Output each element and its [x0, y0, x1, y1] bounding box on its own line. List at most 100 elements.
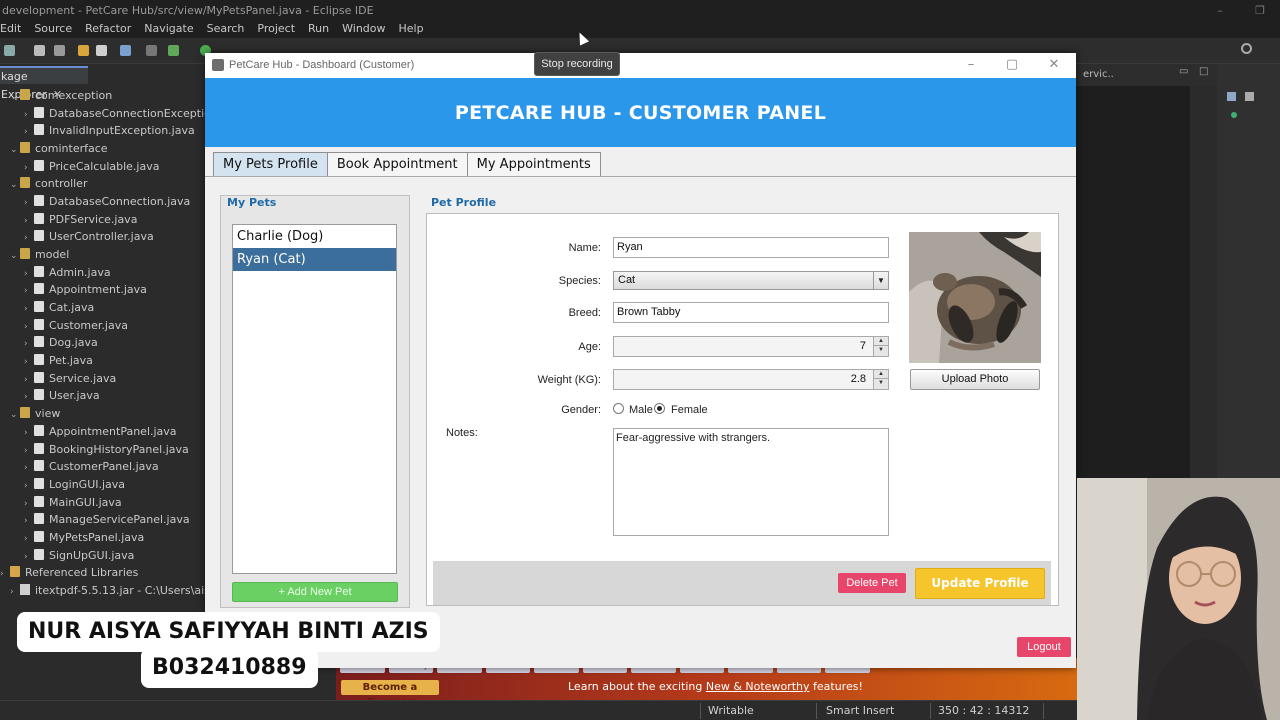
increment-icon[interactable]: ▲: [874, 370, 888, 379]
tree-file-item[interactable]: › BookingHistoryPanel.java: [24, 441, 189, 458]
tree-file-item[interactable]: › Customer.java: [24, 317, 128, 334]
tree-file-item[interactable]: › PDFService.java: [24, 211, 137, 228]
gender-male-radio[interactable]: [613, 403, 624, 414]
tree-package-item[interactable]: ⌄ view: [10, 405, 60, 422]
notes-textarea[interactable]: Fear-aggressive with strangers.: [613, 428, 889, 536]
chevron-right-icon[interactable]: ›: [24, 354, 34, 371]
chevron-right-icon[interactable]: ›: [24, 124, 34, 141]
tree-file-item[interactable]: › ManageServicePanel.java: [24, 511, 190, 528]
add-new-pet-button[interactable]: + Add New Pet: [232, 582, 398, 602]
tree-file-item[interactable]: › User.java: [24, 387, 100, 404]
weight-stepper[interactable]: 2.8 ▲ ▼: [613, 369, 889, 390]
tab-my-pets-profile[interactable]: My Pets Profile: [213, 152, 328, 177]
menu-navigate[interactable]: Navigate: [144, 22, 200, 38]
tree-file-item[interactable]: › CustomerPanel.java: [24, 458, 159, 475]
age-stepper[interactable]: 7 ▲ ▼: [613, 336, 889, 357]
close-icon[interactable]: ✕: [1044, 57, 1064, 72]
pet-list-item-selected[interactable]: Ryan (Cat): [233, 248, 396, 271]
decrement-icon[interactable]: ▼: [874, 346, 888, 355]
toolbar-undo-icon[interactable]: [78, 45, 89, 56]
increment-icon[interactable]: ▲: [874, 337, 888, 346]
tree-package-item[interactable]: ⌄ model: [10, 246, 69, 263]
package-explorer-tab[interactable]: kage Explorer✕: [0, 66, 88, 101]
tree-file-item[interactable]: › MainGUI.java: [24, 494, 122, 511]
tree-file-item[interactable]: › DatabaseConnection.java: [24, 193, 190, 210]
toolbar-redo-icon[interactable]: [96, 45, 107, 56]
species-select[interactable]: Cat ▼: [613, 271, 889, 290]
chevron-right-icon[interactable]: ›: [10, 584, 20, 601]
tree-package-item[interactable]: ⌄ cominterface: [10, 140, 108, 157]
chevron-right-icon[interactable]: ›: [24, 301, 34, 318]
menu-search[interactable]: Search: [207, 22, 252, 38]
become-sponsor-button[interactable]: Become a Sponsor: [341, 680, 439, 708]
tree-package-item[interactable]: ⌄ controller: [10, 175, 87, 192]
chevron-down-icon[interactable]: ▼: [873, 272, 888, 289]
tree-file-item[interactable]: › SignUpGUI.java: [24, 547, 134, 564]
noteworthy-link[interactable]: New & Noteworthy: [706, 680, 810, 693]
toolbar-save-icon[interactable]: [34, 45, 45, 56]
tree-file-item[interactable]: › InvalidInputException.java: [24, 122, 195, 139]
tree-file-item[interactable]: › MyPetsPanel.java: [24, 529, 144, 546]
ide-minimize-icon[interactable]: –: [1200, 0, 1240, 22]
tree-file-item[interactable]: › PriceCalculable.java: [24, 158, 159, 175]
ide-maximize-icon[interactable]: ❐: [1240, 0, 1280, 22]
tree-file-item[interactable]: › Dog.java: [24, 334, 98, 351]
chevron-right-icon[interactable]: ›: [24, 389, 34, 406]
stop-recording-tooltip[interactable]: Stop recording: [534, 52, 620, 76]
chevron-right-icon[interactable]: ›: [24, 230, 34, 247]
tree-package-item[interactable]: ⌄ comexception: [10, 87, 112, 104]
chevron-down-icon[interactable]: ⌄: [10, 248, 20, 265]
tree-file-item[interactable]: › Admin.java: [24, 264, 111, 281]
chevron-right-icon[interactable]: ›: [24, 425, 34, 442]
tree-library-item[interactable]: › Referenced Libraries: [0, 564, 138, 581]
menu-run[interactable]: Run: [308, 22, 336, 38]
tree-file-item[interactable]: › AppointmentPanel.java: [24, 423, 177, 440]
logout-button[interactable]: Logout: [1017, 637, 1071, 657]
tree-file-item[interactable]: › Cat.java: [24, 299, 94, 316]
maximize-icon[interactable]: ▢: [1002, 57, 1022, 72]
tree-file-item[interactable]: › Service.java: [24, 370, 116, 387]
outline-icon[interactable]: [1227, 92, 1236, 101]
chevron-down-icon[interactable]: ⌄: [10, 407, 20, 424]
maximize-icon[interactable]: □: [1199, 66, 1208, 77]
chevron-right-icon[interactable]: ›: [0, 566, 10, 583]
minimize-icon[interactable]: –: [961, 57, 981, 72]
chevron-right-icon[interactable]: ›: [24, 460, 34, 477]
toolbar-new-icon[interactable]: [4, 45, 15, 56]
upload-photo-button[interactable]: Upload Photo: [910, 369, 1040, 390]
chevron-right-icon[interactable]: ›: [24, 195, 34, 212]
menu-source[interactable]: Source: [34, 22, 79, 38]
name-field[interactable]: Ryan: [613, 237, 889, 258]
decrement-icon[interactable]: ▼: [874, 379, 888, 388]
chevron-down-icon[interactable]: ⌄: [10, 89, 20, 106]
tree-file-item[interactable]: › LoginGUI.java: [24, 476, 125, 493]
menu-window[interactable]: Window: [342, 22, 392, 38]
toolbar-debug-icon[interactable]: [120, 45, 131, 56]
update-profile-button[interactable]: Update Profile: [915, 568, 1045, 599]
chevron-right-icon[interactable]: ›: [24, 336, 34, 353]
sort-icon[interactable]: [1245, 92, 1254, 101]
pet-list-item[interactable]: Charlie (Dog): [233, 225, 396, 248]
tree-file-item[interactable]: › Pet.java: [24, 352, 93, 369]
menu-project[interactable]: Project: [257, 22, 302, 38]
toolbar-search-icon[interactable]: [1241, 43, 1252, 54]
tab-book-appointment[interactable]: Book Appointment: [327, 152, 468, 177]
minimize-icon[interactable]: ▭: [1179, 66, 1188, 77]
editor-tab[interactable]: ervic..: [1083, 69, 1114, 80]
delete-pet-button[interactable]: Delete Pet: [838, 573, 906, 593]
chevron-down-icon[interactable]: ⌄: [10, 142, 20, 159]
breed-field[interactable]: Brown Tabby: [613, 302, 889, 323]
menu-help[interactable]: Help: [399, 22, 431, 38]
chevron-right-icon[interactable]: ›: [24, 531, 34, 548]
tree-file-item[interactable]: › UserController.java: [24, 228, 154, 245]
chevron-right-icon[interactable]: ›: [24, 283, 34, 300]
menu-refactor[interactable]: Refactor: [85, 22, 138, 38]
chevron-down-icon[interactable]: ⌄: [10, 177, 20, 194]
toolbar-skip-icon[interactable]: [146, 45, 157, 56]
menu-edit[interactable]: Edit: [0, 22, 28, 38]
toolbar-save-all-icon[interactable]: [54, 45, 65, 56]
chevron-right-icon[interactable]: ›: [24, 513, 34, 530]
tab-my-appointments[interactable]: My Appointments: [467, 152, 601, 177]
chevron-right-icon[interactable]: ›: [24, 478, 34, 495]
toolbar-bug-icon[interactable]: [168, 45, 179, 56]
